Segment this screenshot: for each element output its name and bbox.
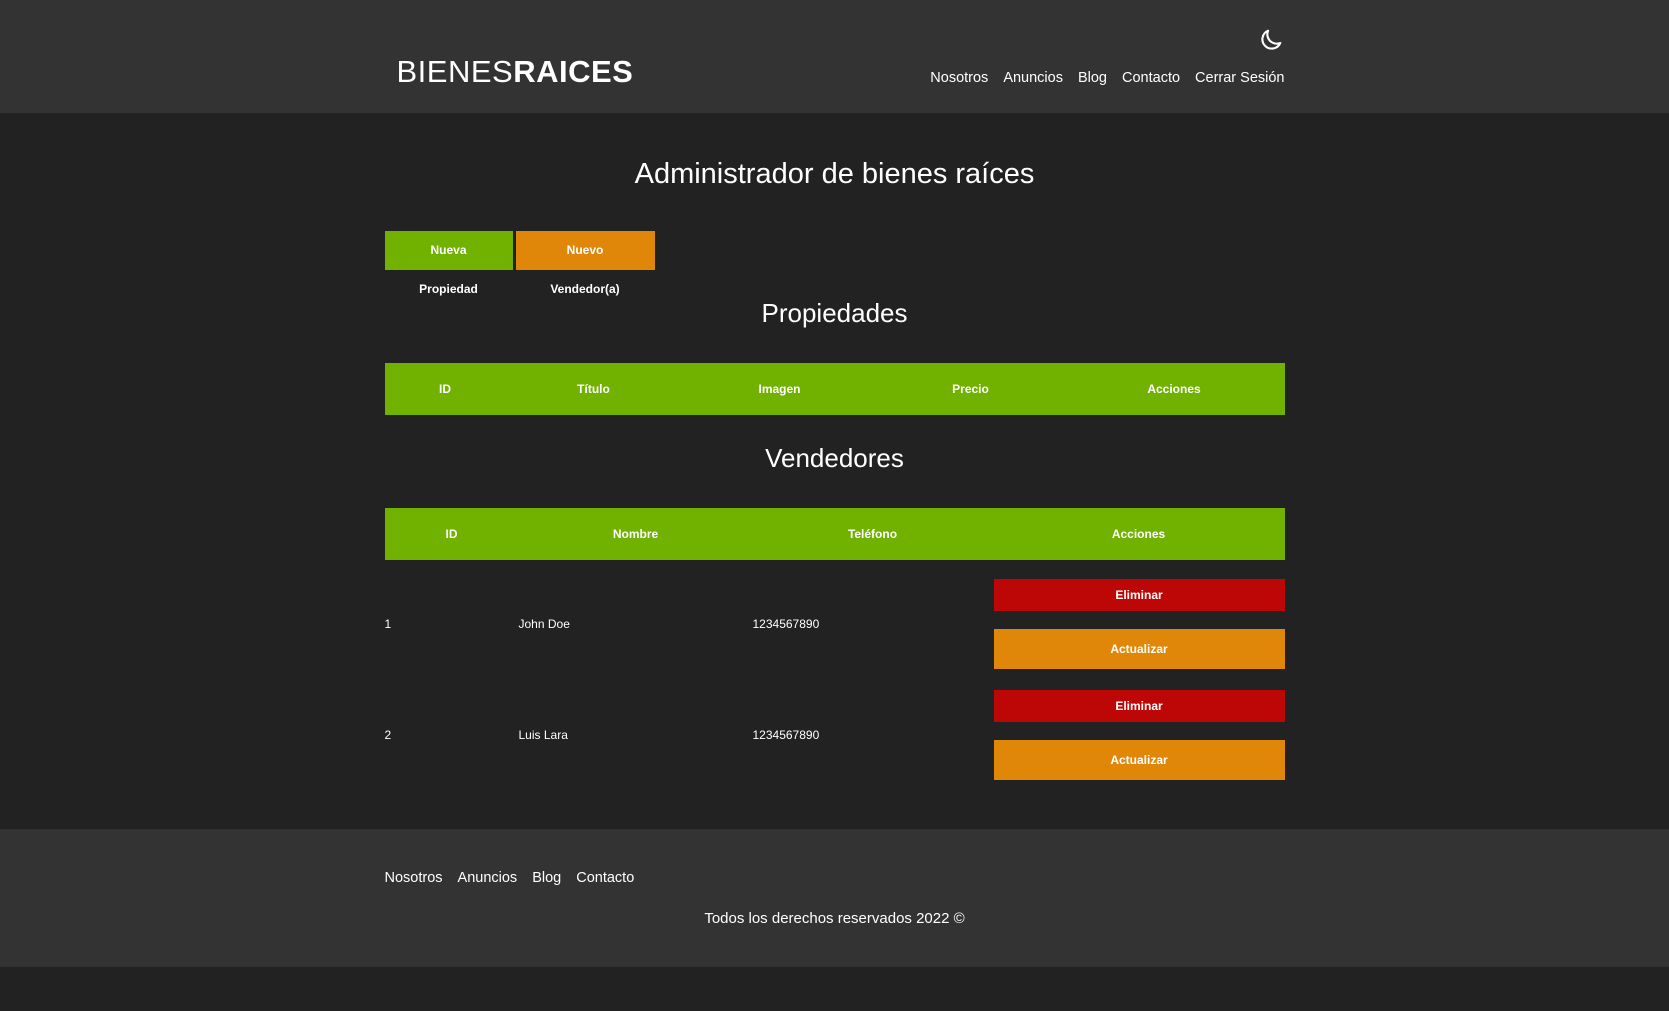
page-title: Administrador de bienes raíces [634,158,1035,190]
row-actions: Eliminar Actualizar [993,689,1285,780]
sellers-col-actions: Acciones [1111,527,1166,541]
delete-button[interactable]: Eliminar [993,578,1285,611]
nav-link-nosotros[interactable]: Nosotros [930,70,988,86]
footer-link-blog[interactable]: Blog [532,870,561,886]
update-button[interactable]: Actualizar [993,628,1285,669]
logo-light-text: BIENES [396,54,514,89]
sellers-col-phone: Teléfono [847,527,898,541]
table-row: 1 John Doe 1234567890 Eliminar Actualiza… [385,568,1285,679]
moon-icon[interactable] [1257,26,1285,54]
new-property-button[interactable]: Nueva Propiedad [384,231,513,296]
site-header: BIENESRAICES Nosotros Anuncios Blog Cont… [0,0,1669,113]
sellers-col-id: ID [445,527,458,541]
nav-link-contacto[interactable]: Contacto [1122,70,1180,86]
footer-link-nosotros[interactable]: Nosotros [385,870,443,886]
footer-link-anuncios[interactable]: Anuncios [458,870,518,886]
logo-bold-text: RAICES [513,54,634,89]
nav-link-cerrar-sesion[interactable]: Cerrar Sesión [1195,70,1284,86]
properties-title: Propiedades [761,298,908,328]
footer-link-contacto[interactable]: Contacto [576,870,634,886]
properties-col-id: ID [439,382,451,396]
table-row: 2 Luis Lara 1234567890 Eliminar Actualiz… [385,679,1285,790]
seller-name: John Doe [518,616,570,631]
main-content: Administrador de bienes raíces Nueva Pro… [384,158,1285,790]
update-button[interactable]: Actualizar [993,739,1285,780]
sellers-table-header: ID Nombre Teléfono Acciones [384,508,1285,560]
nav-link-blog[interactable]: Blog [1078,70,1107,86]
seller-phone: 1234567890 [752,727,820,742]
new-seller-button[interactable]: Nuevo Vendedor(a) [515,231,655,296]
site-logo[interactable]: BIENESRAICES [397,54,634,90]
row-actions: Eliminar Actualizar [993,578,1285,669]
seller-id: 1 [384,616,392,631]
properties-col-actions: Acciones [1147,382,1201,396]
footer-nav: Nosotros Anuncios Blog Contacto [385,870,635,886]
properties-table-header: ID Título Imagen Precio Acciones [384,363,1285,415]
nav-link-anuncios[interactable]: Anuncios [1003,70,1063,86]
sellers-col-name: Nombre [612,527,659,541]
properties-col-title: Título [577,382,610,396]
sellers-title: Vendedores [765,443,904,473]
seller-name: Luis Lara [518,727,568,742]
main-nav: Nosotros Anuncios Blog Contacto Cerrar S… [930,70,1284,86]
properties-col-image: Imagen [758,382,801,396]
seller-phone: 1234567890 [752,616,820,631]
properties-col-price: Precio [952,382,989,396]
seller-id: 2 [384,727,392,742]
action-buttons: Nueva Propiedad Nuevo Vendedor(a) [384,231,1285,296]
copyright-text: Todos los derechos reservados 2022 © [704,910,965,927]
site-footer: Nosotros Anuncios Blog Contacto Todos lo… [0,829,1669,967]
delete-button[interactable]: Eliminar [993,689,1285,722]
